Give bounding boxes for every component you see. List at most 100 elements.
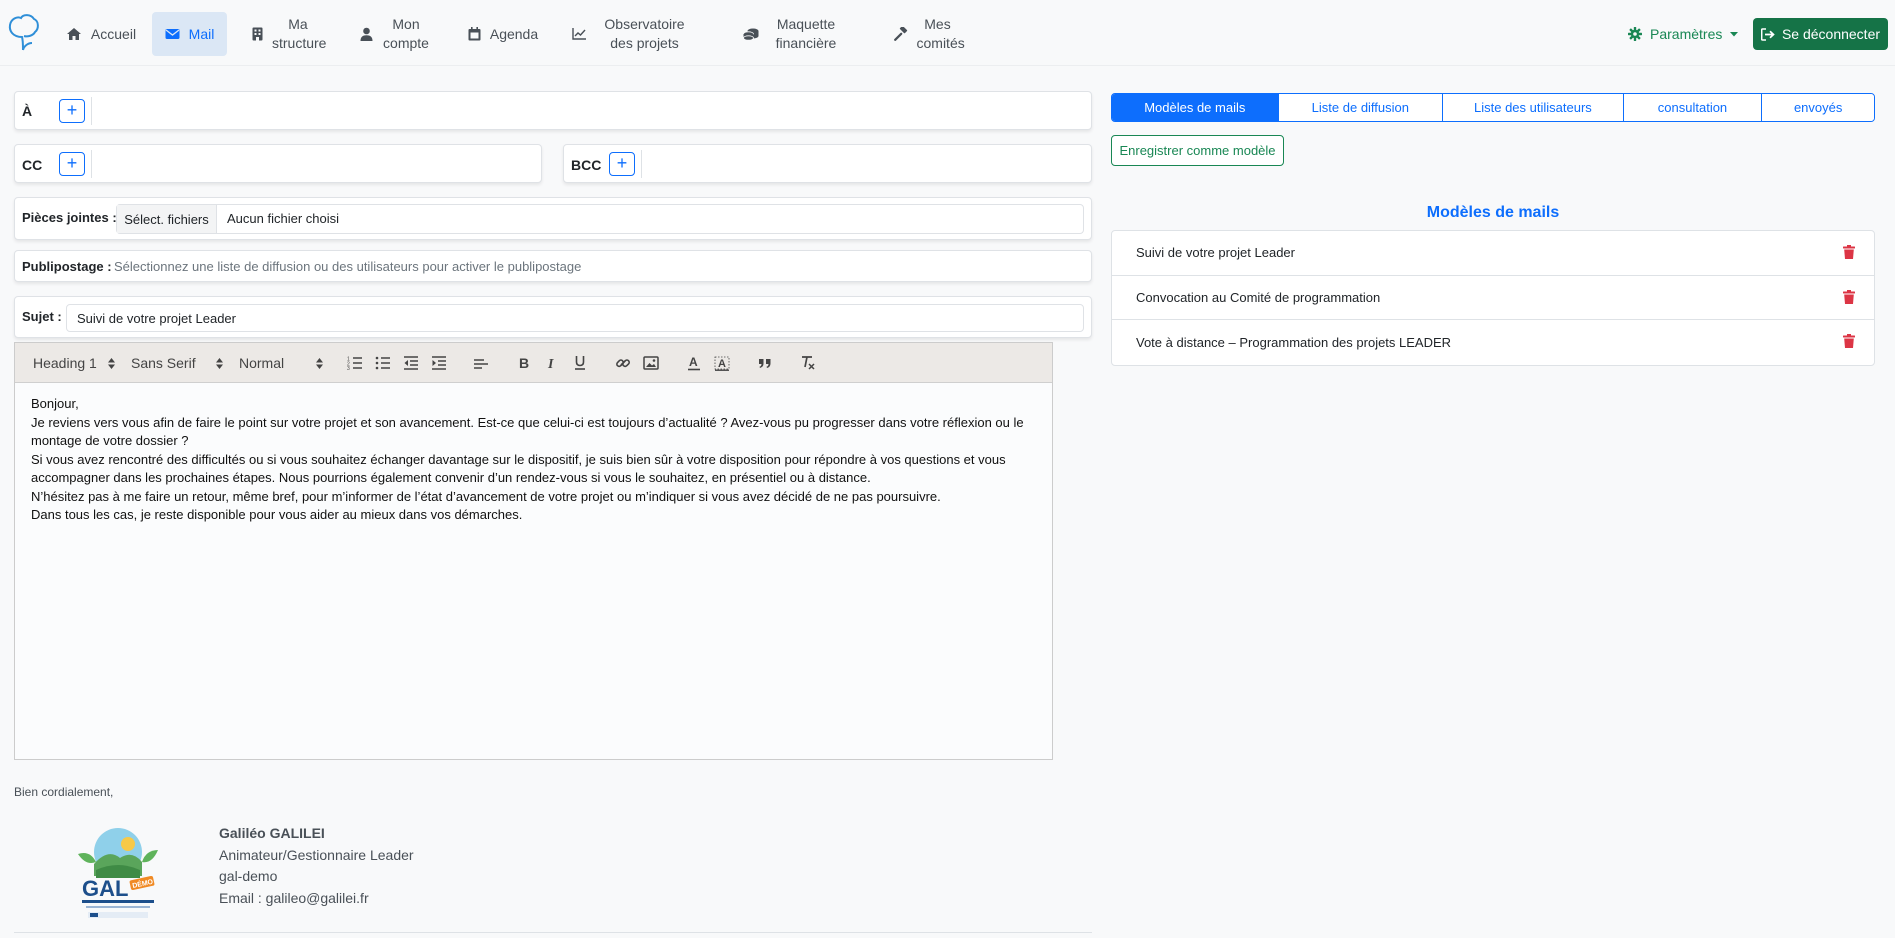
right-tabs: Modèles de mails Liste de diffusion List… — [1111, 93, 1875, 122]
tab-liste-de-diffusion[interactable]: Liste de diffusion — [1278, 94, 1444, 121]
align-button[interactable] — [472, 354, 490, 372]
tab-consultation[interactable]: consultation — [1623, 94, 1763, 121]
highlight-color-icon: A — [714, 356, 730, 371]
field-separator — [91, 150, 92, 178]
nav-item-mail[interactable]: Mail — [152, 12, 227, 56]
nav-item-label: Observatoire des projets — [604, 16, 685, 51]
bullet-list-button[interactable] — [374, 354, 392, 372]
heading-select-value: Heading 1 — [33, 355, 97, 371]
subject-card: Sujet : Suivi de votre projet Leader — [14, 296, 1092, 338]
indent-icon — [432, 356, 446, 370]
tab-modeles-de-mails[interactable]: Modèles de mails — [1112, 94, 1279, 121]
template-item-label: Convocation au Comité de programmation — [1136, 290, 1381, 306]
signature-org: gal-demo — [219, 868, 278, 884]
trash-icon[interactable] — [1843, 245, 1855, 259]
select-files-button[interactable]: Sélect. fichiers — [117, 205, 217, 233]
bcc-field-card: BCC + — [563, 144, 1092, 183]
blockquote-button[interactable] — [756, 354, 774, 372]
signature-closing: Bien cordialement, — [14, 785, 114, 799]
home-icon — [66, 28, 81, 40]
image-button[interactable] — [642, 354, 660, 372]
link-icon — [616, 359, 630, 368]
text-color-button[interactable]: A — [685, 354, 703, 372]
add-recipient-bcc-button[interactable]: + — [609, 152, 635, 176]
editor-paragraph: Dans tous les cas, je reste disponible p… — [31, 507, 523, 522]
nav-item-label: Mail — [188, 25, 215, 42]
nav-item-mes-comites[interactable]: Mes comités — [882, 12, 970, 56]
underline-button[interactable] — [571, 354, 589, 372]
clear-format-button[interactable] — [799, 354, 817, 372]
template-item[interactable]: Convocation au Comité de programmation — [1112, 276, 1874, 321]
envelope-icon — [165, 29, 180, 39]
bold-icon: B — [519, 356, 529, 370]
nav-item-maquette-financiere[interactable]: Maquette financière — [735, 12, 852, 56]
gal-logo: GAL DÉMO — [74, 824, 162, 920]
nav-item-ma-structure[interactable]: Ma structure — [244, 12, 332, 56]
nav-item-label: Accueil — [90, 25, 137, 42]
template-item[interactable]: Vote à distance – Programmation des proj… — [1112, 320, 1874, 365]
updown-caret-icon — [216, 357, 223, 369]
subject-input[interactable]: Suivi de votre projet Leader — [66, 304, 1084, 332]
svg-text:A: A — [689, 355, 698, 369]
sign-out-icon — [1760, 27, 1775, 41]
templates-title: Modèles de mails — [1426, 204, 1560, 221]
add-recipient-to-button[interactable]: + — [59, 99, 85, 123]
bold-button[interactable]: B — [515, 354, 533, 372]
italic-icon: I — [547, 357, 554, 370]
signature-email: Email : galileo@galilei.fr — [219, 889, 369, 906]
templates-list: Suivi de votre projet Leader Convocation… — [1111, 230, 1875, 367]
top-navbar: Accueil Mail Ma structure Mon compte Age… — [0, 0, 1895, 66]
coins-icon — [743, 28, 759, 41]
bcc-label: BCC — [571, 157, 602, 173]
template-item[interactable]: Suivi de votre projet Leader — [1112, 231, 1874, 276]
italic-button[interactable]: I — [543, 354, 561, 372]
cc-field-card: CC + — [14, 144, 542, 183]
image-icon — [643, 356, 659, 370]
heading-select[interactable]: Heading 1 — [33, 355, 115, 371]
indent-button[interactable] — [430, 354, 448, 372]
nav-item-observatoire[interactable]: Observatoire des projets — [567, 12, 699, 56]
align-left-icon — [474, 359, 488, 369]
nav-item-agenda[interactable]: Agenda — [465, 12, 541, 56]
trash-icon[interactable] — [1843, 334, 1855, 349]
tab-envoyes[interactable]: envoyés — [1762, 94, 1874, 121]
save-as-template-button[interactable]: Enregistrer comme modèle — [1111, 135, 1284, 166]
nav-item-mon-compte[interactable]: Mon compte — [355, 12, 435, 56]
caret-down-icon — [1730, 31, 1739, 36]
outdent-button[interactable] — [402, 354, 420, 372]
attachments-label: Pièces jointes : — [22, 210, 117, 225]
underline-icon — [575, 356, 585, 370]
divider — [14, 932, 1092, 933]
file-input[interactable]: Sélect. fichiers Aucun fichier choisi — [116, 204, 1084, 234]
size-select-value: Normal — [239, 355, 285, 371]
editor-toolbar: Heading 1 Sans Serif Normal 123 B I A A — [15, 343, 1052, 383]
ordered-list-button[interactable]: 123 — [346, 354, 364, 372]
user-icon — [360, 27, 373, 41]
nav-item-label: Agenda — [489, 25, 539, 42]
editor-paragraph: Si vous avez rencontré des difficultés o… — [31, 451, 1006, 486]
cc-label: CC — [22, 157, 43, 173]
editor-paragraph: N’hésitez pas à me faire un retour, même… — [31, 488, 941, 504]
background-color-button[interactable]: A — [713, 354, 731, 372]
font-select[interactable]: Sans Serif — [131, 355, 223, 371]
size-select[interactable]: Normal — [239, 355, 323, 371]
app-logo-icon[interactable] — [6, 13, 40, 53]
svg-text:I: I — [547, 357, 554, 370]
svg-text:A: A — [718, 358, 726, 370]
editor-content[interactable]: Bonjour, Je reviens vers vous afin de fa… — [31, 395, 1041, 525]
add-recipient-cc-button[interactable]: + — [59, 152, 85, 176]
trash-icon[interactable] — [1843, 289, 1855, 304]
signature-name: Galiléo GALILEI — [219, 825, 325, 841]
nav-item-accueil[interactable]: Accueil — [60, 12, 142, 56]
svg-text:3: 3 — [347, 366, 350, 370]
logout-label: Se déconnecter — [1781, 26, 1881, 42]
bullet-list-icon — [375, 356, 390, 370]
tab-liste-des-utilisateurs[interactable]: Liste des utilisateurs — [1443, 94, 1624, 121]
logout-button[interactable]: Se déconnecter — [1753, 18, 1888, 50]
mailmerge-label: Publipostage : — [22, 259, 112, 274]
nav-item-label: Mes comités — [916, 16, 965, 51]
updown-caret-icon — [108, 357, 115, 369]
settings-dropdown[interactable]: Paramètres — [1628, 24, 1739, 44]
link-button[interactable] — [614, 354, 632, 372]
building-icon — [252, 27, 263, 41]
